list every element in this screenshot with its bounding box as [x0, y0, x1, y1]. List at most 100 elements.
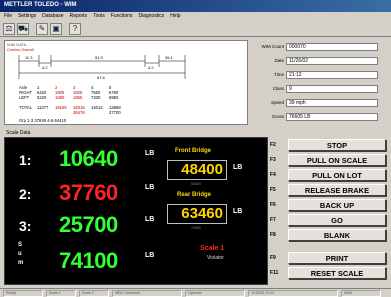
camera-icon[interactable]: ▣: [50, 22, 62, 35]
dim-label: 51.9: [95, 55, 104, 60]
scale-status: Scale 1: [200, 245, 225, 252]
front-bridge-unit: LB: [233, 164, 243, 171]
sum-letter: m: [18, 260, 24, 266]
fkey-row: F5 RELEASE BRAKE: [270, 183, 388, 196]
scale-2-weight: 37760: [59, 180, 118, 205]
fkey-label: F5: [270, 186, 276, 193]
fkey-row: F2 STOP: [270, 138, 388, 151]
row-label-2: 2:: [19, 186, 32, 202]
front-bridge-sub: 51600: [191, 182, 201, 186]
menu-reports[interactable]: Reports: [70, 13, 88, 20]
svg-text:1855: 1855: [73, 95, 83, 100]
dim-label: 4.2: [148, 65, 154, 70]
sum-unit: LB: [145, 252, 155, 259]
status-cell: WIM Connected: [112, 290, 182, 297]
axle-diagram: 11.3 4.2 51.9 35.1 4.2 67.6 Axle RIGHT L…: [18, 55, 186, 123]
pull-on-scale-button[interactable]: PULL ON SCALE: [288, 153, 386, 166]
menu-bar: File Settings Database Reports Tools Fun…: [0, 12, 391, 21]
title-bar: METTLER TOLEDO - WIM: [0, 0, 391, 12]
wim-data-panel: WIM DATA Combo Overall 11.3 4.2 51.9 35.…: [4, 40, 248, 125]
svg-text:7330: 7330: [91, 95, 101, 100]
status-cell: Ready: [3, 290, 43, 297]
fkey-label: F7: [270, 216, 276, 223]
fkey-label: F6: [270, 201, 276, 208]
status-cell: Scale 2: [79, 290, 109, 297]
svg-text:14012: 14012: [91, 105, 103, 110]
menu-database[interactable]: Database: [42, 13, 63, 20]
sum-letter: u: [18, 251, 22, 257]
print-button[interactable]: PRINT: [288, 251, 386, 264]
release-brake-button[interactable]: RELEASE BRAKE: [288, 183, 386, 196]
scale-3-weight: 25700: [59, 212, 118, 237]
fkey-label: F11: [270, 269, 279, 276]
menu-tools[interactable]: Tools: [93, 13, 105, 20]
stop-button[interactable]: STOP: [288, 138, 386, 151]
rear-bridge-unit: LB: [233, 208, 243, 215]
field-speed: Speed 39 mph: [252, 98, 386, 107]
fkey-row: F4 PULL ON LOT: [270, 168, 388, 181]
svg-text:11377: 11377: [37, 105, 49, 110]
go-button[interactable]: GO: [288, 213, 386, 226]
app-window: METTLER TOLEDO - WIM File Settings Datab…: [0, 0, 391, 297]
truck-icon[interactable]: ⛟: [17, 22, 29, 35]
fkey-label: F2: [270, 141, 276, 148]
svg-text:1880: 1880: [55, 95, 65, 100]
dim-label: 4.2: [42, 65, 48, 70]
status-cell: Operator: [185, 290, 245, 297]
scale-display: 1: 10640 LB 2: 37760 LB 3: 25700 LB S u …: [4, 137, 268, 285]
field-time: Time 21:12: [252, 70, 386, 79]
svg-text:18155: 18155: [55, 105, 67, 110]
fkey-label: F8: [270, 231, 276, 238]
fkey-row: F3 PULL ON SCALE: [270, 153, 388, 166]
toolbar: ⚖ ⛟ ✎ ▣ ?: [0, 21, 391, 37]
field-wim-count: WIM Count 000070: [252, 42, 386, 51]
scale-3-unit: LB: [145, 216, 155, 223]
field-class: Class 9: [252, 84, 386, 93]
menu-help[interactable]: Help: [170, 13, 180, 20]
status-cell: NUM: [341, 290, 381, 297]
speed-input[interactable]: 39 mph: [286, 98, 378, 107]
axle-table: Axle RIGHT LEFT 1 5420 5220 2 1905 1880 …: [19, 85, 121, 123]
back-up-button[interactable]: BACK UP: [288, 198, 386, 211]
date-input[interactable]: 11/26/02: [286, 56, 378, 65]
status-cell: 11/26/02 21:12: [248, 290, 338, 297]
scale-1-weight: 10640: [59, 146, 118, 171]
dim-label: 35.1: [165, 55, 174, 60]
pull-on-lot-button[interactable]: PULL ON LOT: [288, 168, 386, 181]
wim-count-input[interactable]: 000070: [286, 42, 378, 51]
dim-label: 67.6: [97, 75, 106, 80]
fkey-row: F7 GO: [270, 213, 388, 226]
rear-bridge-sub: 70000: [191, 226, 201, 230]
menu-diagnostics[interactable]: Diagnostics: [138, 13, 164, 20]
fkey-label: F9: [270, 254, 276, 261]
svg-text:LEFT: LEFT: [19, 95, 30, 100]
svg-text:27700: 27700: [109, 110, 121, 115]
scale-data-label: Scale Data: [6, 130, 31, 136]
edit-icon[interactable]: ✎: [36, 22, 48, 35]
reset-scale-button[interactable]: RESET SCALE: [288, 266, 386, 279]
rear-bridge-label: Rear Bridge: [177, 192, 212, 198]
fkey-row: F11 RESET SCALE: [270, 266, 388, 279]
gross-input[interactable]: 76605 LB: [286, 112, 378, 121]
dim-label: 11.3: [25, 55, 33, 60]
menu-settings[interactable]: Settings: [18, 13, 36, 20]
class-input[interactable]: 9: [286, 84, 378, 93]
row-label-3: 3:: [19, 218, 32, 234]
svg-text:5220: 5220: [37, 95, 47, 100]
row-label-1: 1:: [19, 152, 32, 168]
menu-functions[interactable]: Functions: [111, 13, 133, 20]
scale-1-unit: LB: [145, 150, 155, 157]
menu-file[interactable]: File: [4, 13, 12, 20]
rear-bridge-weight: 63460: [167, 204, 227, 224]
field-date: Date 11/26/02: [252, 56, 386, 65]
svg-text:36476: 36476: [73, 110, 85, 115]
svg-text:Grp 1-3 37849 4-6 64410: Grp 1-3 37849 4-6 64410: [19, 118, 67, 123]
scale-icon[interactable]: ⚖: [3, 22, 15, 35]
field-gross: Gross 76605 LB: [252, 112, 386, 121]
help-icon[interactable]: ?: [69, 22, 81, 35]
time-input[interactable]: 21:12: [286, 70, 378, 79]
violator-label: Violator: [207, 255, 224, 261]
front-bridge-weight: 48400: [167, 160, 227, 180]
fkey-row: F6 BACK UP: [270, 198, 388, 211]
blank-button[interactable]: BLANK: [288, 228, 386, 241]
